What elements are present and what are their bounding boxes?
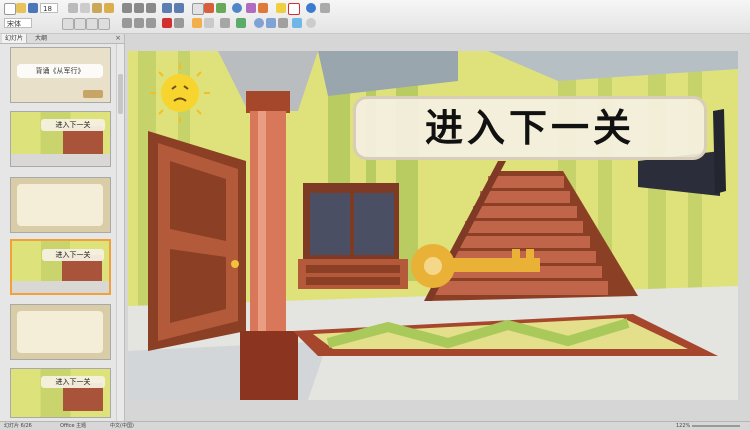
align-right-icon[interactable]: [146, 3, 156, 13]
column-base: [240, 331, 298, 400]
slide-thumbnail-4[interactable]: 进入下一关: [10, 239, 111, 295]
shadow-icon[interactable]: [98, 18, 110, 30]
thumbnail-4-title: 进入下一关: [42, 249, 104, 261]
toolbar-row-top: 18: [0, 2, 750, 16]
font-name-select[interactable]: 宋体: [4, 18, 32, 28]
slide-title: 进入下一关: [424, 106, 635, 150]
door-knob: [231, 260, 239, 268]
shapes-icon[interactable]: [232, 3, 242, 13]
new-icon[interactable]: [4, 3, 16, 15]
slide[interactable]: 进入下一关: [128, 51, 738, 400]
thumbnail-1-button: [83, 90, 103, 98]
find-icon[interactable]: [254, 18, 264, 28]
format-painter-icon[interactable]: [104, 3, 114, 13]
zoom-icon[interactable]: [306, 18, 316, 28]
thumbnail-5-panel: [17, 311, 103, 353]
slides-pane: 幻灯片 大纲 × 背诵《从军行》 进入下一关 进入下一关 进入下一关: [0, 34, 125, 421]
tv-mount: [713, 109, 726, 194]
column-shaft: [250, 111, 286, 331]
column-highlight: [258, 111, 266, 331]
font-size-select[interactable]: 18: [40, 3, 58, 13]
insert-table-icon[interactable]: [192, 3, 204, 15]
tab-outline[interactable]: 大纲: [32, 34, 50, 43]
redo-icon[interactable]: [174, 3, 184, 13]
italic-icon[interactable]: [74, 18, 86, 30]
open-icon[interactable]: [16, 3, 26, 13]
align-center-icon[interactable]: [134, 3, 144, 13]
copy-icon[interactable]: [80, 3, 90, 13]
cabinet-drawer-2: [306, 277, 400, 285]
paste-icon[interactable]: [92, 3, 102, 13]
column-capital: [246, 91, 290, 113]
bold-icon[interactable]: [62, 18, 74, 30]
slide-thumbnail-5[interactable]: [10, 304, 111, 360]
shape-effects-icon[interactable]: [292, 18, 302, 28]
cabinet-glass-left: [310, 193, 350, 255]
cut-icon[interactable]: [68, 3, 78, 13]
slide-thumbnail-2[interactable]: 进入下一关: [10, 111, 111, 167]
slide-title-box[interactable]: 进入下一关: [353, 96, 707, 160]
tab-slides[interactable]: 幻灯片: [2, 34, 28, 43]
font-color-icon[interactable]: [162, 18, 172, 28]
arrange-icon[interactable]: [246, 3, 256, 13]
scrollbar-thumb[interactable]: [118, 74, 123, 114]
text-direction-icon[interactable]: [220, 18, 230, 28]
thumbnail-3-panel: [17, 184, 103, 226]
shape-fill-icon[interactable]: [276, 3, 286, 13]
new-slide-icon[interactable]: [192, 18, 202, 28]
numbering-icon[interactable]: [134, 18, 144, 28]
thumbnail-4-floor: [12, 281, 109, 293]
insert-picture-icon[interactable]: [216, 3, 226, 13]
ribbon-toolbar: 18 宋体: [0, 0, 750, 34]
save-icon[interactable]: [28, 3, 38, 13]
slide-thumbnail-3[interactable]: [10, 177, 111, 233]
close-pane-icon[interactable]: ×: [115, 34, 121, 43]
zoom-slider[interactable]: [692, 425, 740, 427]
undo-icon[interactable]: [162, 3, 172, 13]
help-icon[interactable]: [306, 3, 316, 13]
underline-icon[interactable]: [86, 18, 98, 30]
select-icon[interactable]: [278, 18, 288, 28]
bullets-icon[interactable]: [122, 18, 132, 28]
slide-thumbnail-6[interactable]: 进入下一关: [10, 368, 111, 418]
line-spacing-icon[interactable]: [174, 18, 184, 28]
thumbnails-scrollbar[interactable]: [116, 44, 124, 421]
cabinet-glass-right: [354, 193, 394, 255]
slide-thumbnail-1[interactable]: 背诵《从军行》: [10, 47, 111, 103]
thumbnail-2-title: 进入下一关: [41, 119, 105, 131]
shape-outline-icon[interactable]: [288, 3, 300, 15]
thumbnail-1-title: 背诵《从军行》: [17, 64, 103, 78]
replace-icon[interactable]: [266, 18, 276, 28]
toolbar-row-bottom: 宋体: [0, 17, 750, 31]
insert-chart-icon[interactable]: [204, 3, 214, 13]
pane-tabs: 幻灯片 大纲 ×: [0, 34, 124, 44]
indent-icon[interactable]: [146, 18, 156, 28]
cabinet-drawer-1: [306, 265, 400, 273]
smartart-icon[interactable]: [236, 18, 246, 28]
layout-icon[interactable]: [204, 18, 214, 28]
thumbnail-6-title: 进入下一关: [41, 376, 105, 388]
align-left-icon[interactable]: [122, 3, 132, 13]
minimize-ribbon-icon[interactable]: [320, 3, 330, 13]
quick-styles-icon[interactable]: [258, 3, 268, 13]
thumbnail-2-floor: [11, 154, 110, 166]
